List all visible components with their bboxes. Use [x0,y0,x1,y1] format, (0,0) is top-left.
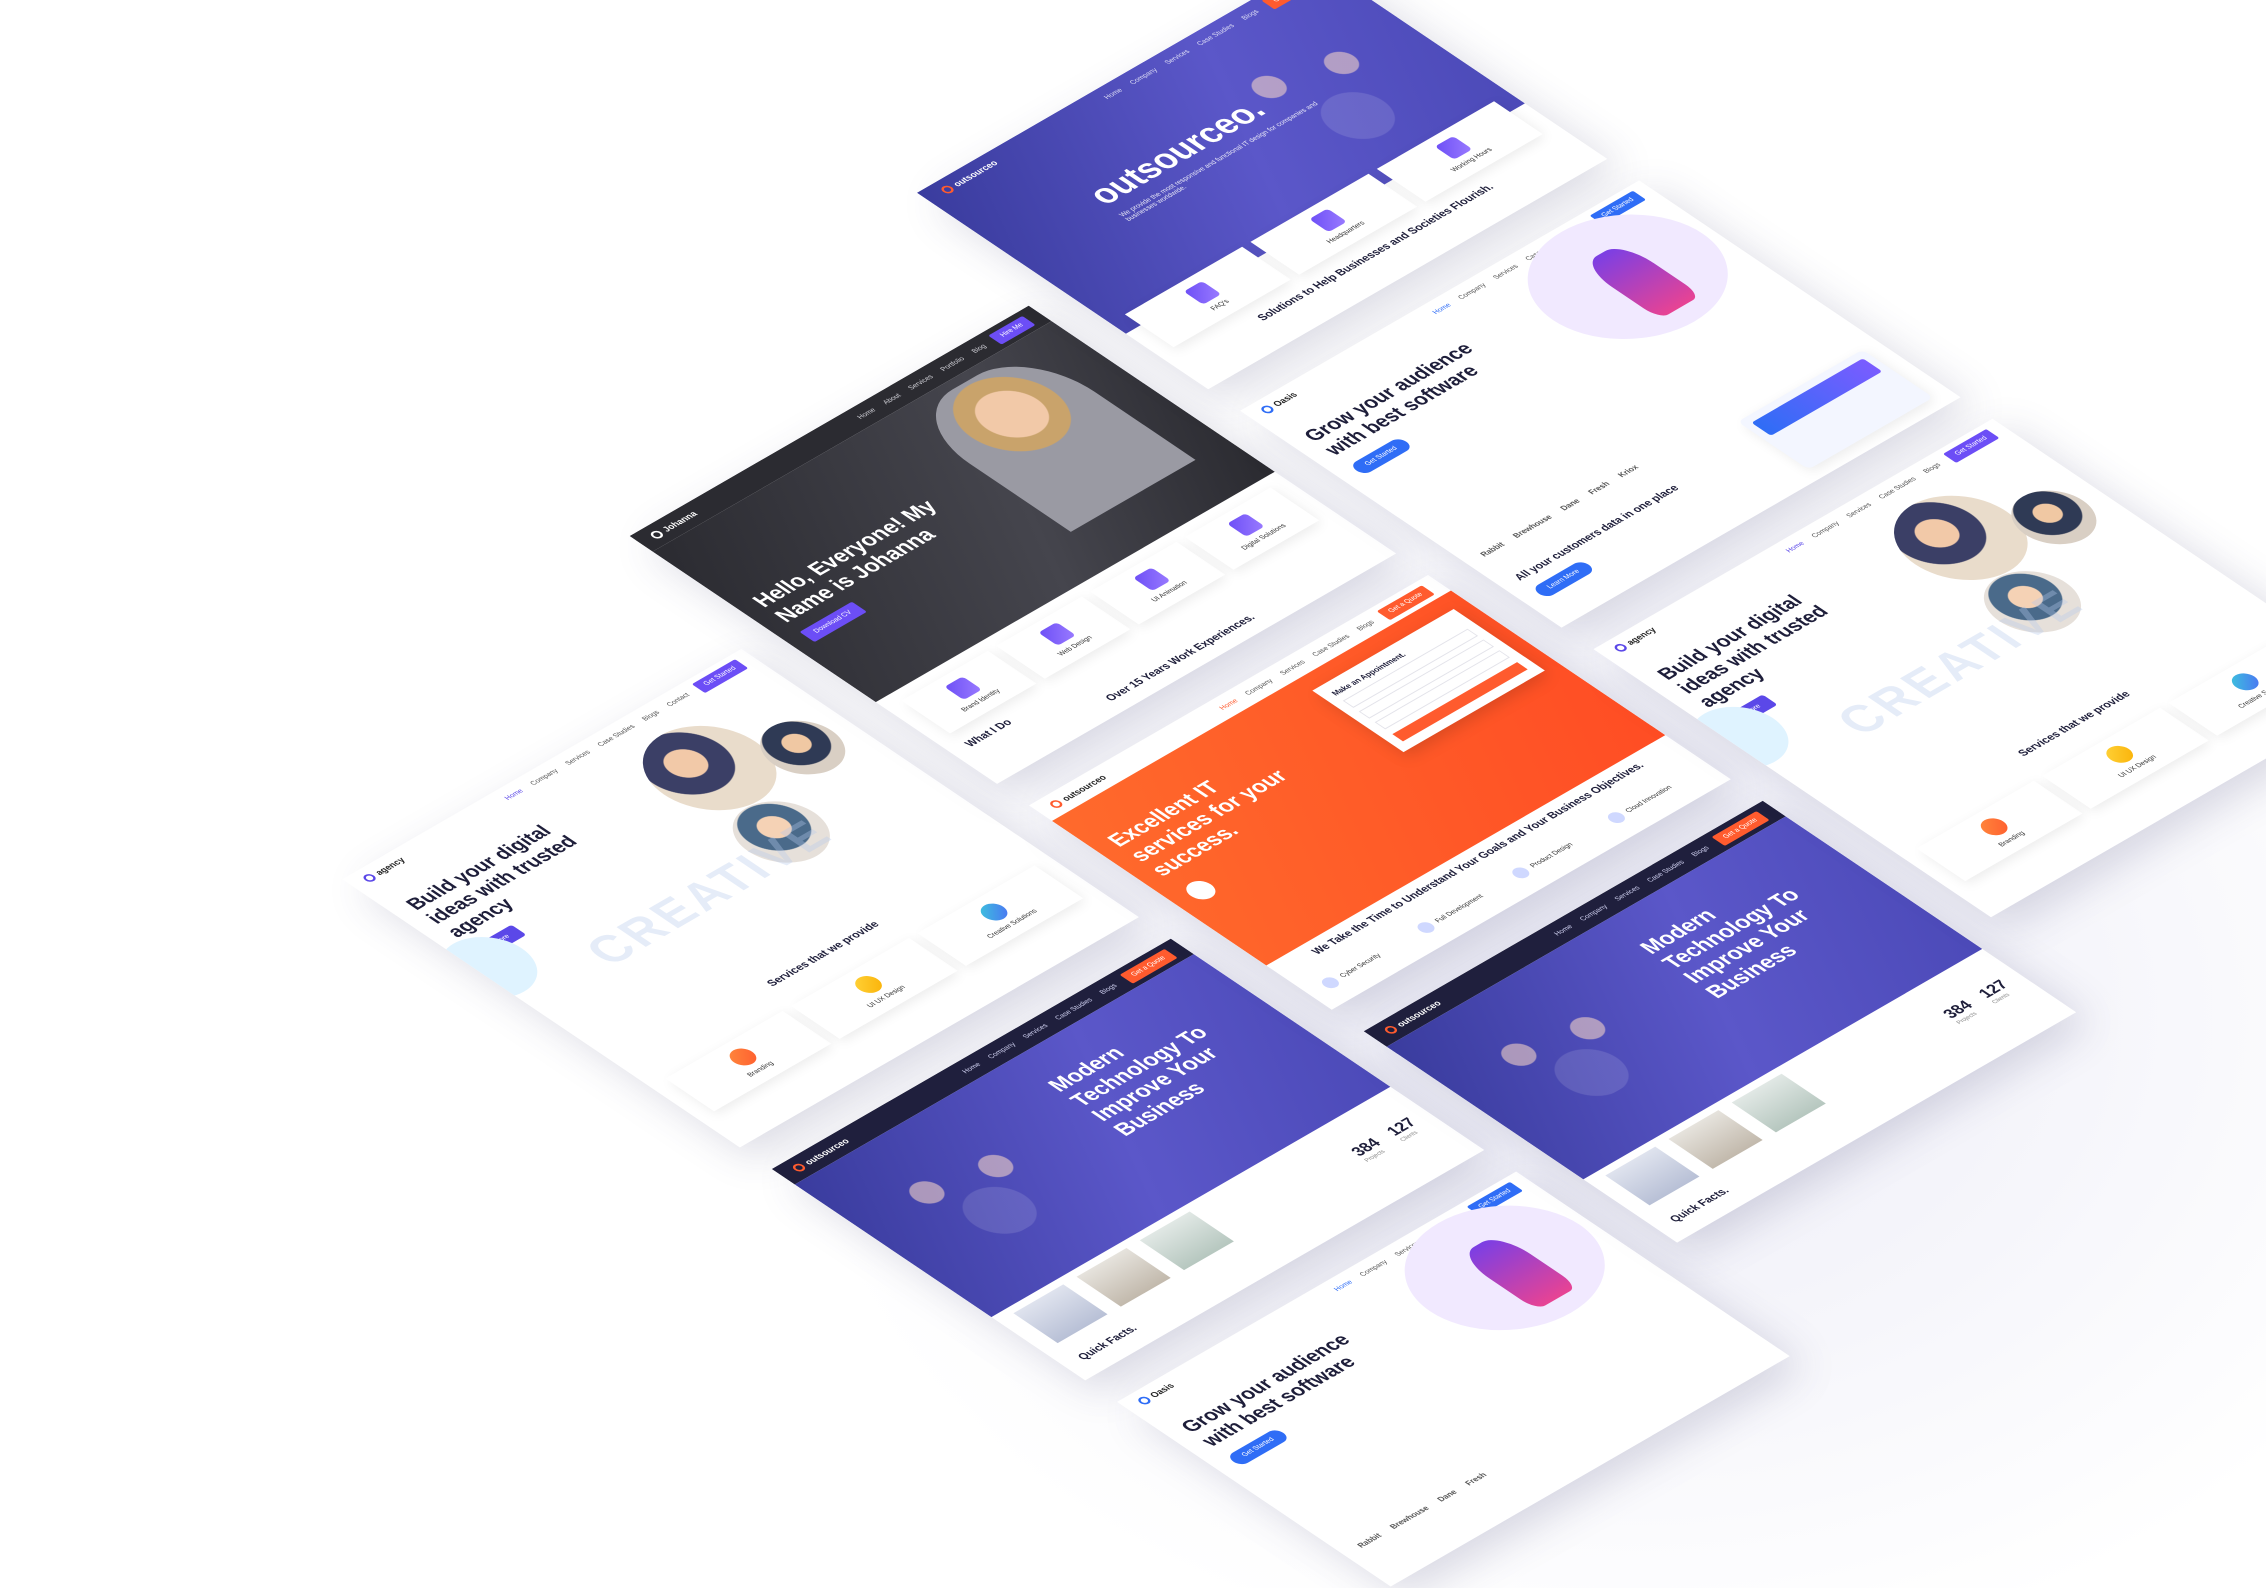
cloud-icon [1603,810,1629,826]
logo-mark-icon [938,184,957,195]
get-quote-button[interactable]: Get a Quote [1260,0,1320,10]
nav-item[interactable]: Blogs [1690,845,1711,858]
nav-item[interactable]: Portfolio [939,356,967,373]
solutions-icon [975,900,1014,924]
nav-item[interactable]: About [881,392,902,405]
nav-item[interactable]: Home [1333,1279,1355,1292]
nav-item[interactable]: Services [906,374,935,391]
nav-item[interactable]: Blog [970,343,988,354]
client-logo: Kriox [1615,463,1641,479]
nav-item[interactable]: Services [1021,1023,1050,1040]
brand-icon [944,676,982,701]
nav-item[interactable]: Blogs [1922,462,1943,475]
nav-item[interactable]: Services [1845,502,1874,519]
nav-item[interactable]: Home [1553,924,1575,937]
nav-item[interactable]: Blogs [1098,983,1119,996]
nav-item[interactable]: Company [529,768,560,787]
client-logo: Fresh [1462,1471,1489,1487]
decor-blob [420,924,558,1011]
logo-mark-icon [648,529,666,541]
client-logo: Rabbit [1478,540,1507,559]
client-logo: Fresh [1585,480,1613,496]
logo-mark-icon [1382,1024,1400,1036]
nav-item[interactable]: Case Studies [1195,23,1236,47]
logo-mark-icon [1135,1395,1153,1406]
nav-item[interactable]: Home [1431,302,1453,315]
logo-mark-icon [360,872,379,884]
nav-item[interactable]: Home [1784,540,1806,553]
nav-item[interactable]: Blogs [1240,8,1261,21]
nav-item[interactable]: Company [1358,1259,1389,1278]
animation-icon [1132,567,1171,592]
nav-item[interactable]: Company [986,1041,1017,1060]
nav-item[interactable]: Company [1457,282,1488,301]
client-logo: Rabbit [1355,1531,1384,1550]
nav-item[interactable]: Contact [665,692,691,708]
stat-block: 384 Projects [1939,998,1980,1026]
clock-icon [1434,135,1473,160]
nav-item[interactable]: Services [1491,263,1520,280]
hero-title: Grow your audience with best software [1176,1330,1362,1451]
faq-icon [1183,281,1222,305]
nav-item[interactable]: Services [1278,659,1307,676]
stat-block: 127 Clients [1975,977,2013,1006]
outsourceo-logo[interactable]: outsourceo [938,159,1000,195]
showcase-stage: agency Home Company Services Case Studie… [0,0,2266,1588]
stat-block: 127 Clients [1383,1115,1421,1143]
hero-title: Grow your audience with best software [1299,339,1485,459]
client-logo: Dane [1558,497,1583,512]
solutions-icon [2226,669,2265,694]
logo-mark-icon [1612,642,1630,654]
nav-item[interactable]: Company [1578,903,1609,922]
logo-mark-icon [790,1162,808,1174]
nav-item[interactable]: Blogs [1355,619,1376,632]
nav-item[interactable]: Home [961,1061,983,1074]
nav-item[interactable]: Company [1243,678,1274,697]
nav-item[interactable]: Services [1163,48,1192,65]
nav-item[interactable]: Home [1103,87,1125,100]
nav-item[interactable]: Home [1218,698,1240,711]
nav-item[interactable]: Blogs [640,709,661,722]
nav-item[interactable]: Home [503,788,525,801]
design-icon [849,972,888,997]
play-video-icon[interactable] [1180,877,1222,904]
logo-mark-icon [1047,798,1065,810]
nav-item[interactable]: Services [1613,885,1642,902]
logo-mark-icon [1258,404,1276,415]
shield-icon [1318,975,1343,991]
hero-text-block: Hello, Everyone! My Name is Johanna Down… [746,496,989,643]
branding-icon [1974,815,2013,839]
nav-item[interactable]: Home [856,407,878,420]
client-logo: Dane [1435,1488,1460,1504]
nav-item[interactable]: Services [564,749,593,766]
design-icon [2100,742,2139,767]
nav-item[interactable]: Company [1810,520,1841,539]
web-design-icon [1038,621,1077,646]
nav-item[interactable]: Company [1128,67,1159,86]
stat-block: 384 Projects [1347,1136,1388,1164]
digital-icon [1227,513,1265,537]
design-icon [1508,865,1533,881]
branding-icon [723,1045,762,1069]
location-icon [1309,208,1347,233]
code-icon [1413,920,1438,936]
